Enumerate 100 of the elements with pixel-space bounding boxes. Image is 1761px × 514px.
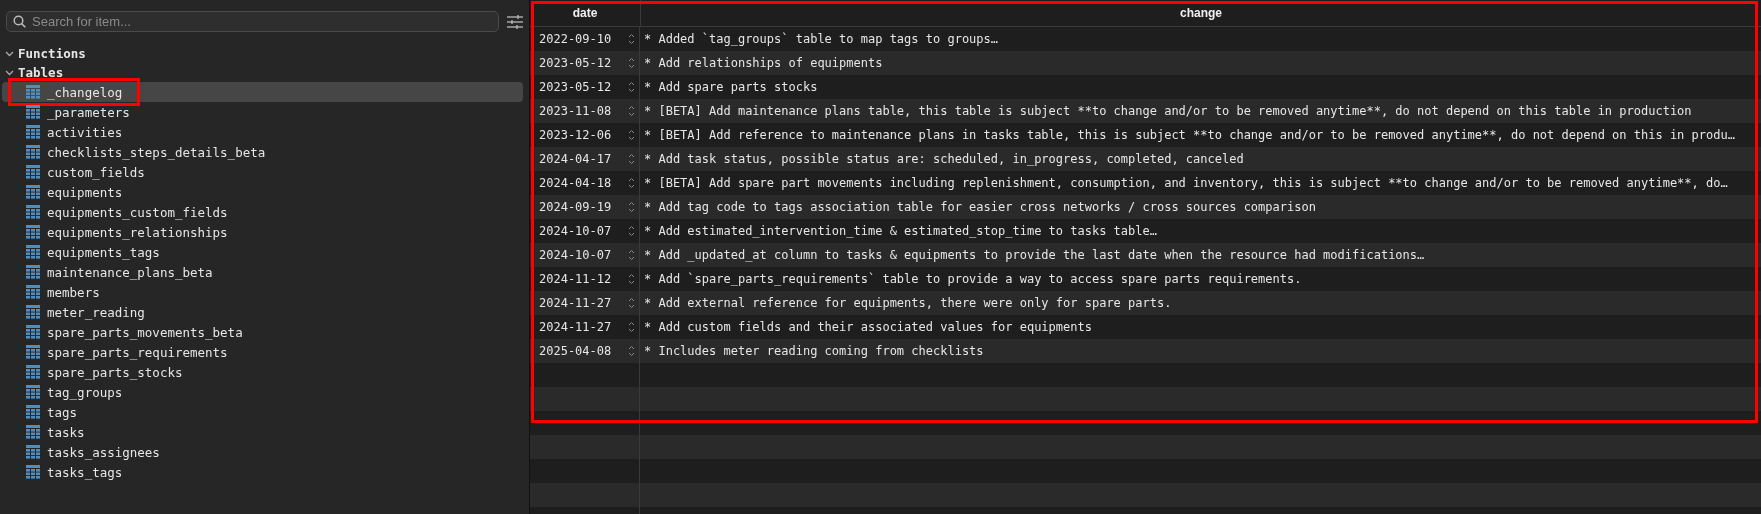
table-name: tasks_assignees bbox=[47, 444, 160, 460]
table-icon bbox=[26, 425, 40, 439]
table-name: checklists_steps_details_beta bbox=[47, 144, 266, 160]
table-icon bbox=[26, 305, 40, 319]
table-name: maintenance_plans_beta bbox=[47, 264, 213, 280]
change-cell-text: * Add estimated_intervention_time & estimated_stop_time to tasks table… bbox=[643, 224, 1157, 238]
column-header[interactable]: change bbox=[1180, 6, 1222, 20]
table-item[interactable]: maintenance_plans_beta bbox=[2, 262, 523, 282]
table-icon bbox=[26, 385, 40, 399]
table-name: spare_parts_movements_beta bbox=[47, 324, 243, 340]
table-item[interactable]: tags bbox=[2, 402, 523, 422]
table-icon bbox=[26, 285, 40, 299]
change-cell-text: * Add tag code to tags association table for easier cross networks / cross sources comparison bbox=[643, 200, 1316, 214]
change-cell-text: * Add `spare_parts_requirements` table to provide a way to access spare parts requirements. bbox=[643, 272, 1302, 286]
change-cell-text: * Includes meter reading coming from checklists bbox=[643, 344, 984, 358]
stepper-icon[interactable] bbox=[628, 153, 635, 165]
table-name: _changelog bbox=[47, 84, 123, 100]
date-cell: 2024-10-07 bbox=[539, 248, 612, 262]
group-label[interactable]: Tables bbox=[18, 65, 64, 80]
table-name: tasks_tags bbox=[47, 464, 123, 480]
table-item[interactable]: custom_fields bbox=[2, 162, 523, 182]
table-name: tag_groups bbox=[47, 384, 123, 400]
table-icon bbox=[26, 265, 40, 279]
table-item[interactable]: equipments bbox=[2, 182, 523, 202]
date-cell: 2023-05-12 bbox=[539, 56, 612, 70]
table-item[interactable]: tasks_tags bbox=[2, 462, 523, 482]
change-cell-text: * Add task status, possible status are: scheduled, in_progress, completed, canceled bbox=[643, 152, 1244, 166]
table-icon bbox=[26, 365, 40, 379]
date-cell: 2022-09-10 bbox=[539, 32, 612, 46]
table-icon bbox=[26, 465, 40, 479]
table-item[interactable]: activities bbox=[2, 122, 523, 142]
stepper-icon[interactable] bbox=[628, 105, 635, 117]
table-name: members bbox=[47, 284, 100, 300]
table-name: equipments bbox=[47, 184, 123, 200]
table-item[interactable]: tag_groups bbox=[2, 382, 523, 402]
date-cell: 2024-10-07 bbox=[539, 224, 612, 238]
stepper-icon[interactable] bbox=[628, 81, 635, 93]
stepper-icon[interactable] bbox=[628, 321, 635, 333]
table-name: activities bbox=[47, 124, 123, 140]
table-item[interactable]: _parameters bbox=[2, 102, 523, 122]
date-cell: 2024-11-27 bbox=[539, 320, 612, 334]
table-item[interactable]: spare_parts_movements_beta bbox=[2, 322, 523, 342]
table-icon bbox=[26, 165, 40, 179]
date-cell: 2025-04-08 bbox=[539, 344, 612, 358]
stepper-icon[interactable] bbox=[628, 201, 635, 213]
table-icon bbox=[26, 445, 40, 459]
table-icon bbox=[26, 225, 40, 239]
table-item[interactable]: meter_reading bbox=[2, 302, 523, 322]
table-name: _parameters bbox=[47, 104, 130, 120]
stepper-icon[interactable] bbox=[628, 177, 635, 189]
table-item[interactable]: equipments_custom_fields bbox=[2, 202, 523, 222]
stepper-icon[interactable] bbox=[628, 297, 635, 309]
filter-icon[interactable] bbox=[507, 14, 523, 29]
table-item[interactable]: checklists_steps_details_beta bbox=[2, 142, 523, 162]
column-header[interactable]: date bbox=[572, 6, 598, 20]
change-cell-text: * [BETA] Add maintenance plans table, this table is subject **to change and/or to be removed anytime**, do not depend on this table in production bbox=[643, 104, 1692, 118]
change-cell-text: * Add external reference for equipments, there were only for spare parts. bbox=[643, 296, 1172, 310]
change-cell-text: * [BETA] Add spare part movements including replenishment, consumption, and inventory, this is subject **to change and/or to be removed anytime**, do… bbox=[643, 176, 1728, 190]
table-name: tasks bbox=[47, 424, 85, 440]
stepper-icon[interactable] bbox=[628, 249, 635, 261]
table-icon bbox=[26, 205, 40, 219]
table-icon bbox=[26, 125, 40, 139]
table-item[interactable]: spare_parts_requirements bbox=[2, 342, 523, 362]
table-item[interactable]: _changelog bbox=[2, 82, 523, 102]
table-icon bbox=[26, 405, 40, 419]
table-name: custom_fields bbox=[47, 164, 145, 180]
stepper-icon[interactable] bbox=[628, 225, 635, 237]
stepper-icon[interactable] bbox=[628, 33, 635, 45]
table-name: spare_parts_stocks bbox=[47, 364, 183, 380]
chevron-icon[interactable] bbox=[5, 68, 14, 77]
table-icon bbox=[26, 105, 40, 119]
table-item[interactable]: tasks_assignees bbox=[2, 442, 523, 462]
table-name: equipments_custom_fields bbox=[47, 204, 228, 220]
table-item[interactable]: members bbox=[2, 282, 523, 302]
stepper-icon[interactable] bbox=[628, 57, 635, 69]
change-cell-text: * Added `tag_groups` table to map tags to groups… bbox=[643, 32, 998, 46]
chevron-icon[interactable] bbox=[5, 49, 14, 58]
table-item[interactable]: equipments_tags bbox=[2, 242, 523, 262]
table-icon bbox=[26, 145, 40, 159]
group-label[interactable]: Functions bbox=[18, 46, 86, 61]
change-cell-text: * Add spare parts stocks bbox=[643, 80, 818, 94]
stepper-icon[interactable] bbox=[628, 345, 635, 357]
search-field[interactable]: Search for item... bbox=[6, 11, 499, 32]
change-cell-text: * Add relationships of equipments bbox=[643, 56, 883, 70]
table-name: spare_parts_requirements bbox=[47, 344, 228, 360]
date-cell: 2024-11-12 bbox=[539, 272, 612, 286]
stepper-icon[interactable] bbox=[628, 129, 635, 141]
stepper-icon[interactable] bbox=[628, 273, 635, 285]
change-cell-text: * [BETA] Add reference to maintenance plans in tasks table, this is subject **to change and/or to be removed anytime**, do not depend on this in produ… bbox=[643, 128, 1735, 142]
table-item[interactable]: tasks bbox=[2, 422, 523, 442]
change-cell-text: * Add custom fields and their associated values for equipments bbox=[643, 320, 1092, 334]
date-cell: 2023-12-06 bbox=[539, 128, 612, 142]
table-icon bbox=[26, 245, 40, 259]
date-cell: 2023-11-08 bbox=[539, 104, 612, 118]
table-icon bbox=[26, 185, 40, 199]
table-item[interactable]: equipments_relationships bbox=[2, 222, 523, 242]
table-item[interactable]: spare_parts_stocks bbox=[2, 362, 523, 382]
date-cell: 2024-04-17 bbox=[539, 152, 612, 166]
date-cell: 2023-05-12 bbox=[539, 80, 612, 94]
date-cell: 2024-04-18 bbox=[539, 176, 612, 190]
